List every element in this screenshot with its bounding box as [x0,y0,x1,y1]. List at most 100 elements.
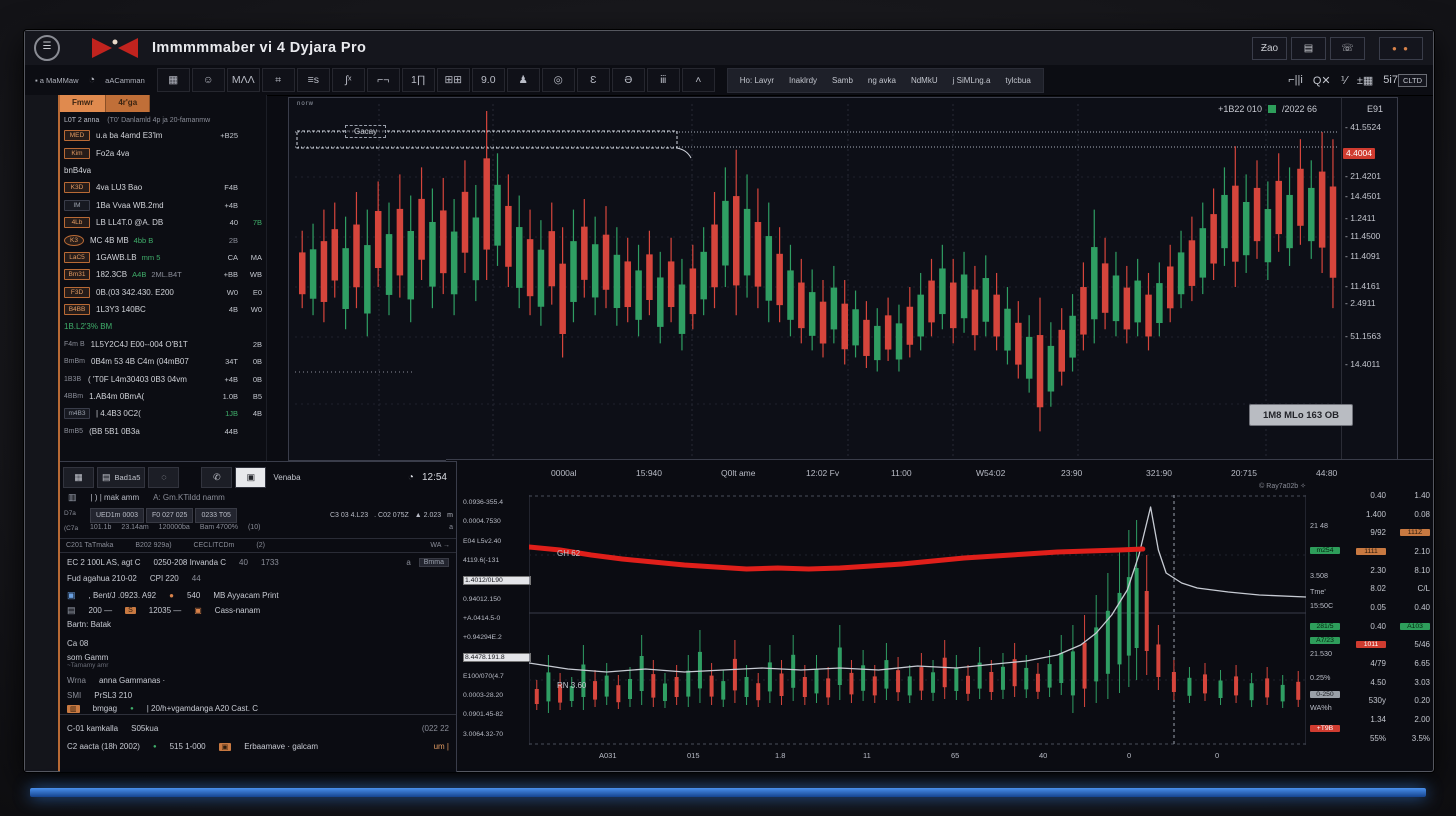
toolbar-icon-5[interactable]: ∫ˣ [332,68,365,92]
quote-b-row-1[interactable]: 0.08 [1393,505,1432,524]
quote-a-row-7[interactable]: 0.40 [1349,617,1388,636]
quote-a-row-3[interactable]: 1111 [1349,542,1388,561]
menu-item-1[interactable]: Inaklrdy [789,76,817,85]
toolbar-icon-10[interactable]: ♟ [507,68,540,92]
menu-item-6[interactable]: tylcbua [1005,76,1030,85]
secondary-x-label-3: 11 [863,751,871,760]
quote-a-row-8[interactable]: 1011 [1349,636,1388,655]
menu-item-3[interactable]: ng avka [868,76,896,85]
menu-item-4[interactable]: NdMkU [911,76,938,85]
toolbar-icon-11[interactable]: ◎ [542,68,575,92]
quote-a-row-12[interactable]: 1.34 [1349,710,1388,729]
main-chart-panel[interactable]: norw +1B22 010 /2022 66 E91 Gacay - 41.5… [288,97,1398,461]
symbol-row-4[interactable]: IM1Ba Vvaa WB.2md+4B [60,197,266,214]
symbol-row-3[interactable]: K3D4va LU3 BaoF4B [60,179,266,196]
terminal-header-cell-1[interactable]: F0 027 025 [146,508,193,523]
quote-a-row-10[interactable]: 4.50 [1349,673,1388,692]
toolbar-icon-6[interactable]: ⌐¬ [367,68,400,92]
quote-a-row-0[interactable]: 0.40 [1349,486,1388,505]
toolbar-corner-badge[interactable]: CLTD [1398,74,1427,87]
window-button-1[interactable]: Ƶao [1252,37,1287,60]
symbol-row-1[interactable]: KimFo2a 4va [60,144,266,161]
toolbar-right-icon-1[interactable]: Q✕ [1313,74,1331,87]
quote-a-row-4[interactable]: 2.30 [1349,561,1388,580]
quote-a-row-1[interactable]: 1.400 [1349,505,1388,524]
quote-a-row-13[interactable]: 55% [1349,729,1388,748]
symbol-row-7[interactable]: LaC51GAWB.LBmm 5CAMA [60,249,266,266]
toolbar-icon-13[interactable]: Ә [612,68,645,92]
symbol-row-10[interactable]: B4BB1L3Y3 140BC4BW0 [60,301,266,318]
menu-item-0[interactable]: Ho: Lavyr [740,76,774,85]
phone-icon[interactable]: ✆ [201,467,232,488]
quote-b-row-10[interactable]: 3.03 [1393,673,1432,692]
secondary-chart-canvas[interactable] [529,495,1306,745]
quote-b-row-8[interactable]: 5/46 [1393,636,1432,655]
toolbar-left-icon[interactable]: ◔ [89,74,96,86]
quote-b-row-2[interactable]: 111Z [1393,523,1432,542]
toolbar-icon-3[interactable]: ⌗ [262,68,295,92]
symbol-row-9[interactable]: F3D0B.(03 342.430. E200W0E0 [60,284,266,301]
quote-b-row-7[interactable]: A103 [1393,617,1432,636]
menu-item-2[interactable]: Samb [832,76,853,85]
toolbar-icon-0[interactable]: ▦ [157,68,190,92]
window-button-2[interactable]: ▤ [1291,37,1326,60]
symbol-row-6[interactable]: K3MC 4B MB4bb B2B [60,231,266,248]
symbol-row-13[interactable]: BmBm0B4m 53 4B C4m (04mB0734T0B [60,353,266,370]
symbol-row-11[interactable]: 1B.L2'3% BM [60,318,266,335]
terminal-header-cell-2[interactable]: 0233 T05 [195,508,236,523]
hamburger-menu-icon[interactable]: ☰ [34,35,60,61]
quote-a-row-11[interactable]: 530y [1349,692,1388,711]
quote-a-row-2[interactable]: 9/92 [1349,523,1388,542]
toolbar-icon-12[interactable]: Ɛ [577,68,610,92]
quote-a-row-5[interactable]: 8.02 [1349,579,1388,598]
symbol-row-16[interactable]: m4B3| 4.4B3 0C2(1JB4B [60,405,266,422]
toolbar-icon-14[interactable]: ⅲ [647,68,680,92]
quote-b-row-9[interactable]: 6.65 [1393,654,1432,673]
symbol-row-15[interactable]: 4BBm1.AB4m 0BmA(1.0BB5 [60,388,266,405]
toolbar-icon-8[interactable]: ⊞⊞ [437,68,470,92]
toolbar-right-icon-2[interactable]: ⅟ [1341,74,1347,87]
symbol-row-2[interactable]: bnB4va [60,162,266,179]
toolbar-right-icon-4[interactable]: 5i7 [1383,74,1398,86]
toolbar-icon-4[interactable]: ≡s [297,68,330,92]
toolbar-right-icon-3[interactable]: ±▦ [1357,74,1373,87]
symbol-row-8[interactable]: Bm31182.3CBA4B2ML.B4T+BBWB [60,266,266,283]
symbol-row-0[interactable]: MEDu.a ba 4amd E3'lm+B25 [60,127,266,144]
ob-info-button[interactable]: 1M8 MLo 163 OB [1249,404,1353,426]
toolbar-icon-9[interactable]: 9.0 [472,68,505,92]
window-button-3[interactable]: ☏ [1330,37,1365,60]
quote-b-row-3[interactable]: 2.10 [1393,542,1432,561]
toolbar-icon-2[interactable]: ΜΛΛ [227,68,260,92]
quote-b-row-11[interactable]: 0.20 [1393,692,1432,711]
terminal-header-cell-0[interactable]: UED1m 0003 [90,508,144,523]
toolbar-icon-1[interactable]: ☺ [192,68,225,92]
symbol-row-14[interactable]: 1B3B( 'T0F L4m30403 0B3 04vm+4B0B [60,370,266,387]
table-view-button[interactable]: ▤Bad1a5 [97,467,145,488]
quote-b-row-6[interactable]: 0.40 [1393,598,1432,617]
terminal-text: 200 — [89,606,113,615]
secondary-chart-panel[interactable]: © Ray7a02b ✧ 0.0936-355.40.0004.7530E04 … [461,481,1346,769]
quote-a-row-9[interactable]: 4/79 [1349,654,1388,673]
white-square-button[interactable]: ▣ [235,467,266,488]
candlestick-chart-canvas[interactable] [295,104,1339,456]
symbol-value-2: 4B [238,409,262,418]
symbol-row-17[interactable]: BmB5(BB 5B1 0B3a44B [60,423,266,440]
toolbar-icon-15[interactable]: ˄ [682,68,715,92]
toolbar-icon-7[interactable]: 1∏ [402,68,435,92]
symbol-row-5[interactable]: 4LbLB LL4T.0 @A. DB407B [60,214,266,231]
quote-b-row-5[interactable]: C/L [1393,579,1432,598]
tab-tick[interactable]: 4r'ga [106,95,150,112]
circle-button[interactable]: ◌ [148,467,179,488]
quote-b-row-12[interactable]: 2.00 [1393,710,1432,729]
menu-item-5[interactable]: j SiMLng.a [953,76,991,85]
tab-symbols[interactable]: Fmwr [60,95,106,112]
app-logo-icon [92,38,138,58]
quote-b-row-13[interactable]: 3.5% [1393,729,1432,748]
window-dots-button[interactable]: ● ● [1379,37,1423,60]
quote-b-row-4[interactable]: 8.10 [1393,561,1432,580]
quote-b-row-0[interactable]: 1.40 [1393,486,1432,505]
quote-a-row-6[interactable]: 0.05 [1349,598,1388,617]
grid-view-button[interactable]: ▦ [63,467,94,488]
toolbar-right-icon-0[interactable]: ⌐||i [1288,74,1303,86]
symbol-row-12[interactable]: F4m B1L5Y2C4J E00--004 O'B1T2B [60,336,266,353]
